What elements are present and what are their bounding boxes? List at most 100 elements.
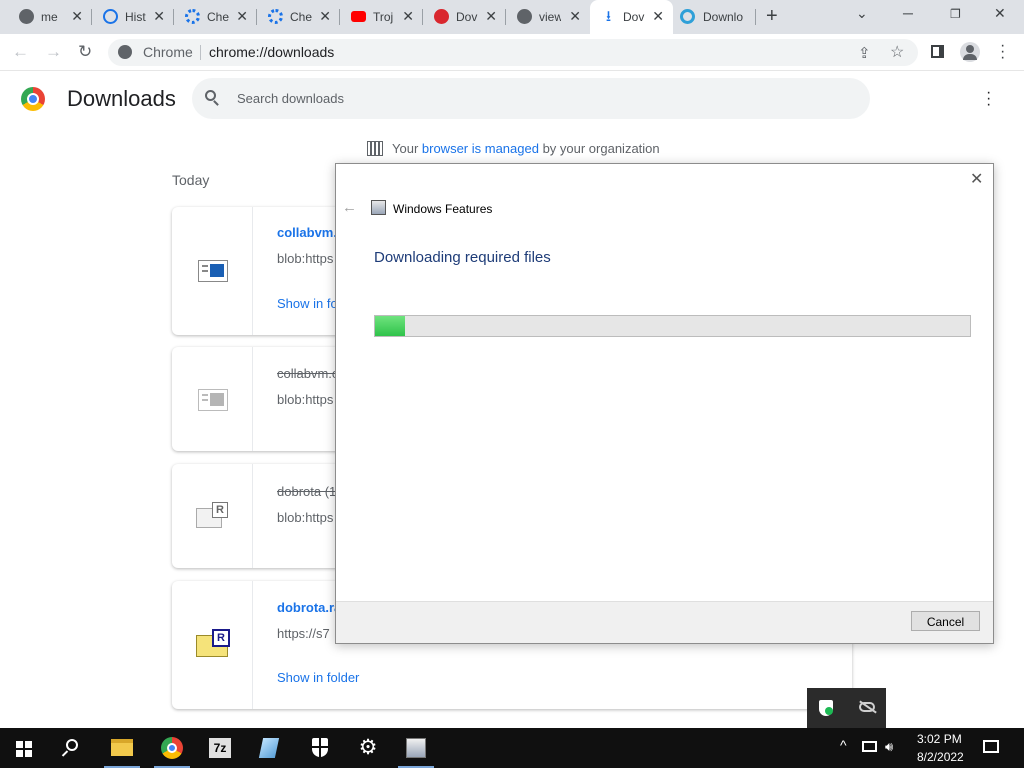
file-name-link[interactable]: dobrota.ra — [277, 600, 341, 615]
tab-youtube[interactable]: Troj ✕ — [340, 0, 423, 34]
show-in-folder-link[interactable]: Show in folder — [277, 670, 359, 685]
tab-label: Che — [207, 10, 229, 24]
managed-link[interactable]: browser is managed — [422, 141, 539, 156]
rar-file-icon: R — [196, 629, 230, 657]
file-icon-cell — [172, 347, 253, 451]
onedrive-offline-icon[interactable] — [859, 700, 877, 714]
reload-button[interactable]: ↻ — [78, 42, 92, 62]
file-icon-cell: R — [172, 464, 253, 568]
show-hidden-icons-chevron-icon[interactable]: ^ — [840, 737, 847, 753]
tab-history[interactable]: Hist ✕ — [92, 0, 174, 34]
share-icon[interactable]: ⇪ — [858, 44, 871, 64]
url-text[interactable]: chrome://downloads — [209, 44, 334, 60]
search-icon — [66, 739, 78, 751]
cancel-button[interactable]: Cancel — [911, 611, 980, 631]
file-url[interactable]: https://s7 — [277, 626, 330, 641]
windows-features-icon — [406, 738, 426, 758]
windows-features-dialog — [335, 163, 994, 644]
shield-icon — [312, 738, 328, 757]
tab-github-view[interactable]: view ✕ — [506, 0, 590, 34]
file-explorer-button[interactable] — [98, 728, 146, 768]
managed-notice: Your browser is managed by your organiza… — [392, 141, 660, 156]
tab-close-icon[interactable]: ✕ — [569, 8, 581, 24]
chrome-logo-icon — [21, 87, 45, 111]
clock-date[interactable]: 8/2/2022 — [917, 750, 964, 764]
7zip-taskbar-button[interactable]: 7z — [196, 728, 244, 768]
history-icon — [103, 9, 118, 24]
tray-overflow-flyout — [807, 688, 886, 728]
browser-menu-icon[interactable]: · · · — [1000, 38, 1005, 66]
notifications-icon[interactable] — [983, 740, 999, 753]
mega-icon — [434, 9, 449, 24]
file-url[interactable]: blob:https — [277, 392, 333, 407]
search-taskbar-button[interactable] — [48, 728, 96, 768]
minimize-button[interactable]: ─ — [903, 5, 913, 21]
tab-close-icon[interactable]: ✕ — [153, 8, 165, 24]
tab-downloads[interactable]: ⭳ Dov ✕ — [590, 0, 673, 34]
youtube-icon — [351, 11, 366, 22]
volume-icon[interactable]: 🔊︎ — [885, 739, 893, 755]
tab-label: view — [539, 10, 561, 24]
tab-close-icon[interactable]: ✕ — [652, 8, 664, 24]
tab-label: Dov — [623, 10, 645, 24]
forward-button[interactable]: → — [45, 42, 62, 62]
tab-github-me[interactable]: me ✕ — [8, 0, 92, 34]
tab-close-icon[interactable]: ✕ — [402, 8, 414, 24]
gear-icon: ⚙ — [358, 736, 378, 759]
file-name-removed: dobrota (1 — [277, 484, 337, 499]
dialog-back-icon: ← — [342, 199, 357, 216]
file-icon-cell — [172, 207, 253, 335]
file-url[interactable]: blob:https — [277, 510, 333, 525]
side-panel-icon[interactable] — [931, 45, 944, 58]
security-taskbar-button[interactable] — [296, 728, 344, 768]
settings-taskbar-button[interactable]: ⚙ — [344, 728, 392, 768]
new-tab-button[interactable]: + — [766, 6, 778, 26]
github-icon — [19, 9, 34, 24]
progress-fill — [375, 316, 405, 336]
start-button[interactable] — [0, 728, 48, 768]
tab-close-icon[interactable]: ✕ — [71, 8, 83, 24]
tab-separator — [755, 9, 756, 25]
edge-icon — [680, 9, 695, 24]
show-in-folder-link[interactable]: Show in fo — [277, 296, 338, 311]
tab-label: me — [41, 10, 58, 24]
file-icon-cell: R — [172, 581, 253, 709]
tab-settings-2[interactable]: Che ✕ — [257, 0, 340, 34]
omnibox-separator — [200, 45, 201, 60]
tab-mega[interactable]: Dov ✕ — [423, 0, 506, 34]
tab-label: Che — [290, 10, 312, 24]
tab-search-chevron-icon[interactable]: ⌄ — [856, 5, 868, 22]
windows-features-icon — [371, 200, 386, 215]
tab-edge-downloads[interactable]: Downlo — [673, 0, 756, 34]
chrome-icon — [118, 45, 132, 59]
close-window-button[interactable]: ✕ — [994, 5, 1006, 22]
downloads-menu-icon[interactable]: · · · — [986, 85, 991, 113]
search-input[interactable]: Search downloads — [237, 91, 344, 106]
bookmark-star-icon[interactable]: ☆ — [890, 43, 904, 63]
7zip-icon: 7z — [209, 738, 231, 758]
tab-label: Dov — [456, 10, 478, 24]
tab-close-icon[interactable]: ✕ — [319, 8, 331, 24]
restore-button[interactable]: ❐ — [950, 7, 961, 21]
tab-label: Troj — [373, 10, 394, 24]
folder-icon — [111, 739, 133, 756]
dialog-close-icon[interactable]: ✕ — [970, 169, 983, 189]
tab-label: Downlo — [703, 10, 744, 24]
file-type-icon — [198, 260, 228, 282]
date-header: Today — [172, 172, 210, 188]
notepad-taskbar-button[interactable] — [246, 728, 294, 768]
security-shield-icon[interactable] — [819, 700, 833, 716]
chrome-icon — [161, 737, 183, 759]
tab-close-icon[interactable]: ✕ — [485, 8, 497, 24]
chrome-taskbar-button[interactable] — [148, 728, 196, 768]
back-button[interactable]: ← — [12, 42, 29, 62]
network-icon[interactable] — [862, 741, 877, 752]
tab-settings-1[interactable]: Che ✕ — [174, 0, 257, 34]
search-icon — [205, 90, 219, 106]
dialog-heading: Downloading required files — [374, 249, 551, 266]
clock-time[interactable]: 3:02 PM — [917, 732, 962, 746]
profile-avatar-icon[interactable] — [960, 42, 980, 62]
file-url[interactable]: blob:https — [277, 251, 333, 266]
tab-close-icon[interactable]: ✕ — [236, 8, 248, 24]
windows-features-taskbar-button[interactable] — [392, 728, 440, 768]
